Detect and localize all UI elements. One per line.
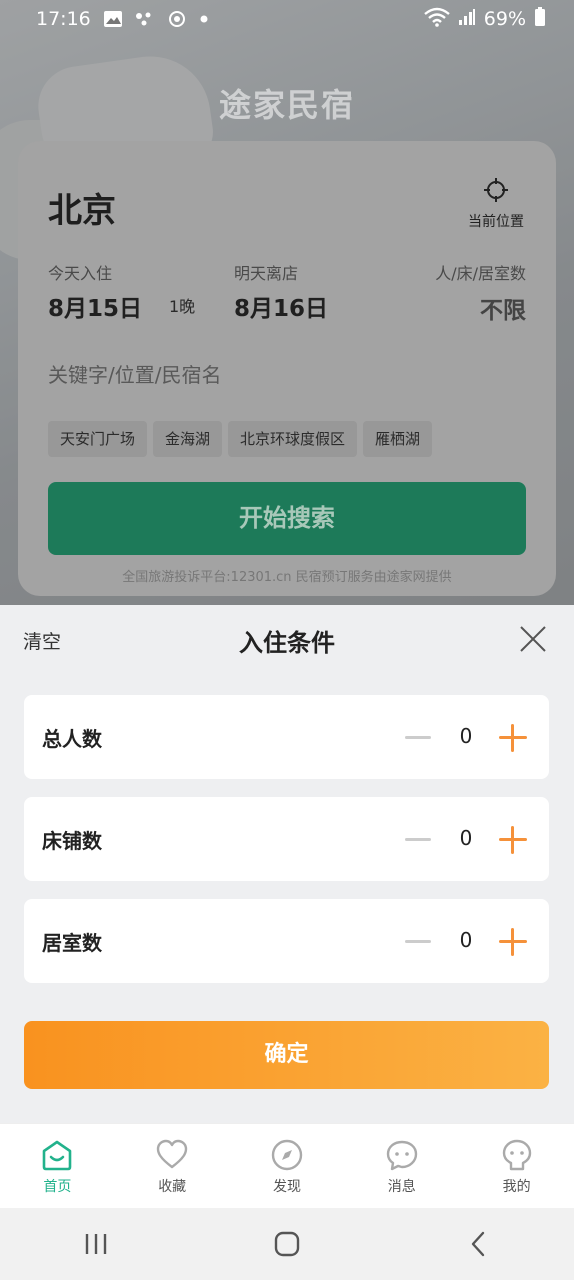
home-square-icon <box>274 1231 300 1257</box>
back-button[interactable] <box>448 1224 508 1264</box>
sync-icon <box>167 9 187 29</box>
keyword-input[interactable]: 关键字/位置/民宿名 <box>48 359 221 388</box>
tab-home[interactable]: 首页 <box>0 1124 115 1208</box>
start-search-button[interactable]: 开始搜索 <box>48 482 526 555</box>
brand-logo: 途家民宿 <box>218 86 355 124</box>
hot-chips: 天安门广场 金海湖 北京环球度假区 雁栖湖 <box>48 421 433 457</box>
tab-label: 我的 <box>502 1179 531 1195</box>
stepper-value: 0 <box>459 928 473 952</box>
search-card: 北京 当前位置 今天入住 8月15日 1晚 明天离店 8月16日 人/床/居室数… <box>18 141 556 596</box>
compass-icon <box>271 1139 303 1171</box>
stepper-row-rooms: 居室数 0 <box>24 899 549 983</box>
notification-dot-icon <box>199 14 209 24</box>
stepper-value: 0 <box>459 826 473 850</box>
stepper-row-beds: 床铺数 0 <box>24 797 549 881</box>
chip-item[interactable]: 天安门广场 <box>48 421 148 457</box>
tab-profile[interactable]: 我的 <box>459 1124 574 1208</box>
decrement-button[interactable] <box>405 940 431 943</box>
system-nav-bar <box>0 1208 574 1280</box>
stepper-row-total-guests: 总人数 0 <box>24 695 549 779</box>
guests-value[interactable]: 不限 <box>480 291 526 325</box>
recents-button[interactable] <box>66 1224 126 1264</box>
increment-button[interactable] <box>499 724 527 752</box>
sheet-title: 入住条件 <box>239 629 335 657</box>
current-location-label: 当前位置 <box>468 214 524 230</box>
guests-label: 人/床/居室数 <box>435 264 526 283</box>
tab-label: 发现 <box>272 1179 301 1195</box>
home-button[interactable] <box>257 1224 317 1264</box>
tab-label: 消息 <box>387 1179 416 1195</box>
decrement-button[interactable] <box>405 736 431 739</box>
locate-icon <box>484 178 508 202</box>
stepper-label: 总人数 <box>42 727 102 751</box>
tab-label: 收藏 <box>158 1179 187 1195</box>
chip-item[interactable]: 金海湖 <box>153 421 223 457</box>
tab-messages[interactable]: 消息 <box>344 1124 459 1208</box>
tab-label: 首页 <box>43 1179 72 1195</box>
footnote: 全国旅游投诉平台:12301.cn 民宿预订服务由途家网提供 <box>122 570 452 585</box>
checkin-label: 今天入住 <box>48 264 113 283</box>
chip-item[interactable]: 北京环球度假区 <box>228 421 358 457</box>
decrement-button[interactable] <box>405 838 431 841</box>
home-icon <box>43 1140 72 1171</box>
increment-button[interactable] <box>499 826 527 854</box>
checkout-label: 明天离店 <box>234 264 299 283</box>
checkin-date[interactable]: 8月15日 <box>48 289 142 323</box>
signal-icon <box>458 8 476 31</box>
stepper-label: 床铺数 <box>42 829 102 853</box>
sheet-header: 清空 入住条件 <box>0 605 574 673</box>
close-icon <box>520 626 546 652</box>
status-bar: 17:16 69% <box>0 0 574 38</box>
tab-discover[interactable]: 发现 <box>230 1124 345 1208</box>
status-right: 69% <box>423 6 546 32</box>
recents-icon <box>85 1234 106 1254</box>
confirm-button[interactable]: 确定 <box>24 1021 549 1089</box>
increment-button[interactable] <box>499 928 527 956</box>
close-button[interactable] <box>519 625 547 653</box>
bottom-tab-bar: 首页 收藏 发现 消息 我的 <box>0 1123 574 1208</box>
profile-icon <box>502 1139 531 1171</box>
back-chevron-icon <box>472 1231 485 1257</box>
stepper-value: 0 <box>459 724 473 748</box>
heart-icon <box>156 1139 188 1169</box>
chip-item[interactable]: 雁栖湖 <box>363 421 433 457</box>
stepper-label: 居室数 <box>42 931 102 955</box>
tab-favorites[interactable]: 收藏 <box>115 1124 230 1208</box>
nights-count: 1晚 <box>169 297 196 316</box>
city-name[interactable]: 北京 <box>48 183 116 232</box>
checkin-conditions-sheet: 清空 入住条件 总人数 0 床铺数 0 居室数 0 确定 <box>0 605 574 1123</box>
gallery-icon <box>103 10 123 28</box>
current-location-button[interactable]: 当前位置 <box>466 177 526 231</box>
message-icon <box>386 1140 417 1171</box>
status-time: 17:16 <box>36 8 91 30</box>
dots-icon <box>135 11 155 27</box>
checkout-date[interactable]: 8月16日 <box>234 289 328 323</box>
wifi-icon <box>423 7 450 32</box>
battery-percent: 69% <box>483 8 526 30</box>
battery-icon <box>534 6 546 32</box>
